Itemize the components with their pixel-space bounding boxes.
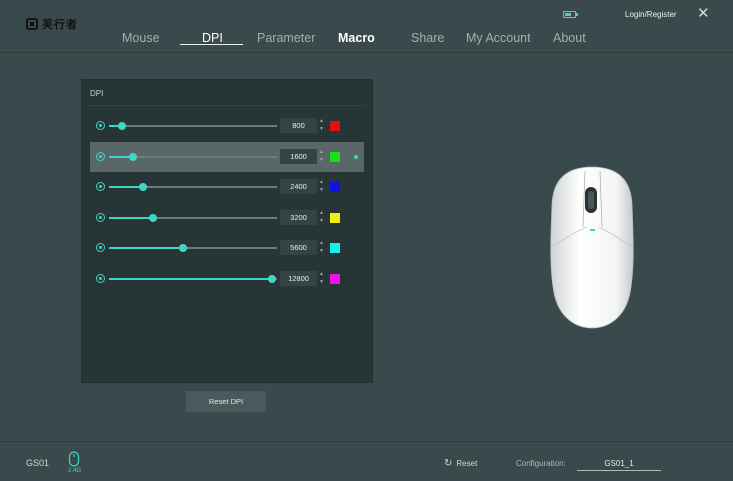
- logo-icon: [26, 18, 38, 30]
- dpi-value-input[interactable]: 1600: [280, 148, 317, 164]
- tab-mouse[interactable]: Mouse: [122, 31, 160, 45]
- step-up-icon[interactable]: ▲: [319, 118, 324, 124]
- dpi-slider[interactable]: [109, 244, 277, 253]
- tab-my-account[interactable]: My Account: [466, 31, 531, 45]
- radio-dot: [99, 124, 102, 127]
- step-down-icon[interactable]: ▼: [319, 279, 324, 285]
- active-tab-underline: [180, 44, 243, 45]
- dpi-color-swatch[interactable]: [330, 182, 340, 193]
- tab-parameter[interactable]: Parameter: [257, 31, 315, 45]
- tab-macro[interactable]: Macro: [338, 31, 375, 45]
- header: 芙行者 Mouse DPI Parameter Macro Share My A…: [0, 0, 733, 53]
- dpi-slider[interactable]: [109, 122, 277, 130]
- slider-fill: [109, 186, 143, 189]
- radio-dot: [99, 246, 102, 250]
- dpi-stepper[interactable]: ▲ ▼: [319, 208, 326, 227]
- battery-tip: [576, 13, 578, 16]
- reset-label: Reset: [456, 459, 478, 468]
- dpi-level-row[interactable]: 3200 ▲ ▼: [90, 203, 364, 233]
- configuration-label: Configuration:: [516, 459, 566, 468]
- step-down-icon[interactable]: ▼: [319, 248, 324, 254]
- dpi-value-input[interactable]: 5600: [280, 240, 317, 256]
- slider-fill: [109, 247, 183, 250]
- dpi-level-radio[interactable]: [96, 151, 105, 161]
- gaming-mouse-icon: [550, 166, 634, 329]
- dpi-value-input[interactable]: 800: [280, 118, 317, 133]
- radio-dot: [99, 215, 102, 219]
- radio-dot: [99, 154, 102, 158]
- dpi-level-row[interactable]: 2400 ▲ ▼: [90, 172, 364, 202]
- dpi-color-swatch[interactable]: [330, 274, 340, 284]
- dpi-color-swatch[interactable]: [330, 212, 340, 223]
- slider-fill: [109, 278, 272, 280]
- slider-thumb[interactable]: [129, 152, 137, 161]
- step-up-icon[interactable]: ▲: [319, 240, 324, 246]
- dpi-slider[interactable]: [109, 213, 277, 222]
- configuration-select[interactable]: GS01_1: [577, 459, 661, 471]
- tab-about[interactable]: About: [553, 31, 586, 45]
- refresh-icon: ↻: [444, 458, 453, 469]
- slider-thumb[interactable]: [268, 275, 276, 283]
- step-up-icon[interactable]: ▲: [319, 271, 324, 277]
- divider: [88, 105, 366, 106]
- radio-dot: [99, 277, 102, 280]
- slider-thumb[interactable]: [149, 213, 157, 222]
- dpi-color-swatch[interactable]: [330, 151, 340, 162]
- login-register-link[interactable]: Login/Register: [625, 10, 677, 19]
- dpi-level-row[interactable]: 1600 ▲ ▼: [90, 141, 364, 172]
- dpi-level-radio[interactable]: [96, 121, 105, 130]
- dpi-panel-title: DPI: [90, 89, 104, 98]
- dpi-value-input[interactable]: 3200: [280, 209, 317, 225]
- dpi-level-radio[interactable]: [96, 274, 105, 283]
- dpi-stepper[interactable]: ▲ ▼: [319, 238, 326, 257]
- slider-fill: [109, 216, 153, 219]
- slider-thumb[interactable]: [139, 183, 147, 192]
- connection-label: 2.4G: [68, 468, 82, 474]
- dpi-level-row[interactable]: 12800 ▲ ▼: [90, 264, 364, 294]
- dpi-slider[interactable]: [109, 183, 277, 192]
- mouse-image: [547, 165, 637, 330]
- tab-share[interactable]: Share: [411, 31, 444, 45]
- tab-dpi[interactable]: DPI: [202, 31, 223, 45]
- dpi-level-row[interactable]: 5600 ▲ ▼: [90, 233, 364, 263]
- close-icon[interactable]: ✕: [697, 6, 710, 21]
- logo-text: 芙行者: [42, 19, 78, 31]
- slider-thumb[interactable]: [179, 244, 187, 253]
- dpi-level-radio[interactable]: [96, 182, 105, 192]
- dpi-level-row[interactable]: 800 ▲ ▼: [90, 111, 364, 141]
- dpi-slider[interactable]: [109, 275, 277, 283]
- step-down-icon[interactable]: ▼: [319, 126, 324, 132]
- dpi-slider[interactable]: [109, 152, 277, 161]
- slider-thumb[interactable]: [118, 122, 126, 130]
- step-up-icon[interactable]: ▲: [319, 210, 324, 216]
- battery-icon: [563, 11, 576, 18]
- reset-button[interactable]: ↻ Reset: [444, 458, 477, 469]
- dpi-stepper[interactable]: ▲ ▼: [319, 116, 326, 135]
- step-up-icon[interactable]: ▲: [319, 179, 324, 185]
- brand-logo: 芙行者: [26, 16, 78, 32]
- battery-fill: [565, 13, 571, 16]
- mouse-device-icon[interactable]: [68, 451, 80, 467]
- step-down-icon[interactable]: ▼: [319, 187, 324, 193]
- dpi-stepper[interactable]: ▲ ▼: [319, 269, 326, 288]
- dpi-stepper[interactable]: ▲ ▼: [319, 147, 326, 166]
- reset-dpi-button[interactable]: Reset DPI: [186, 391, 266, 412]
- dpi-stepper[interactable]: ▲ ▼: [319, 177, 326, 196]
- step-up-icon[interactable]: ▲: [319, 149, 324, 155]
- step-down-icon[interactable]: ▼: [319, 218, 324, 224]
- device-name[interactable]: GS01: [26, 458, 49, 468]
- dpi-value-input[interactable]: 12800: [280, 271, 317, 286]
- dpi-panel: DPI 800 ▲ ▼ 1600 ▲ ▼ 2400 ▲ ▼ 3200 ▲ ▼ 5600 ▲ ▼ 12800 ▲ ▼: [81, 79, 373, 383]
- radio-dot: [99, 185, 102, 189]
- dpi-color-swatch[interactable]: [330, 243, 340, 254]
- footer: GS01 2.4G ↻ Reset Configuration: GS01_1: [0, 441, 733, 481]
- dpi-level-radio[interactable]: [96, 243, 105, 253]
- dpi-level-radio[interactable]: [96, 212, 105, 222]
- dpi-value-input[interactable]: 2400: [280, 179, 317, 195]
- active-indicator-icon: [354, 154, 358, 159]
- step-down-icon[interactable]: ▼: [319, 157, 324, 163]
- dpi-color-swatch[interactable]: [330, 121, 340, 131]
